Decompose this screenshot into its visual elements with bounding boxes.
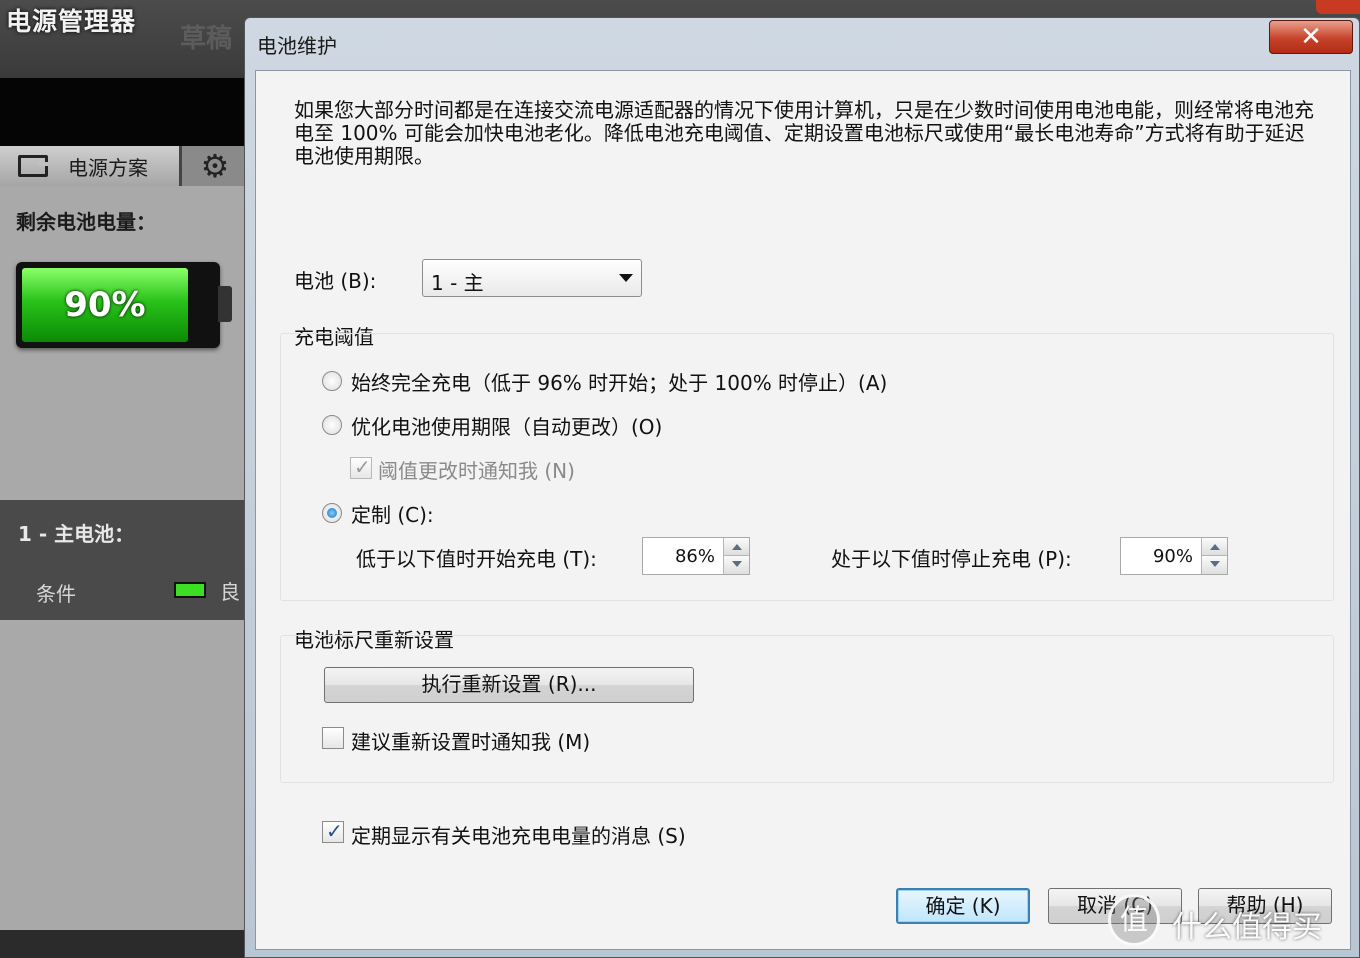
periodic-message-label: 定期显示有关电池充电电量的消息 (S) <box>351 824 686 848</box>
condition-label: 条件 <box>36 582 76 606</box>
description-text: 如果您大部分时间都是在连接交流电源适配器的情况下使用计算机，只是在少数时间使用电… <box>294 98 1314 168</box>
battery-cap <box>218 286 232 322</box>
gauge-reset-group <box>280 635 1334 783</box>
main-battery-title: 1 - 主电池： <box>18 522 135 546</box>
ok-button[interactable]: 确定 (K) <box>896 888 1030 924</box>
tab-power-plan[interactable]: 电源方案 <box>0 146 182 186</box>
notify-reset-checkbox[interactable] <box>322 727 344 749</box>
stop-charge-label: 处于以下值时停止充电 (P): <box>831 547 1072 571</box>
start-charge-spin-buttons <box>723 538 749 574</box>
watermark-logo-icon: 值 <box>1108 894 1160 946</box>
gear-icon[interactable]: ⚙ <box>192 146 238 186</box>
start-charge-spinner[interactable]: 86% <box>642 537 750 575</box>
perform-reset-button[interactable]: 执行重新设置 (R)... <box>324 667 694 703</box>
start-charge-up-arrow-icon[interactable] <box>724 538 749 556</box>
stop-charge-spin-buttons <box>1201 538 1227 574</box>
periodic-message-checkbox[interactable] <box>322 819 344 843</box>
main-battery-section: 1 - 主电池： 条件 良 <box>0 500 245 620</box>
notify-threshold-change-label: 阈值更改时通知我 (N) <box>378 459 575 483</box>
battery-percent: 90% <box>64 285 146 325</box>
start-charge-value: 86% <box>674 546 715 567</box>
bottom-strip <box>0 930 245 958</box>
background-close-corner <box>1316 0 1360 14</box>
dialog-content: 如果您大部分时间都是在连接交流电源适配器的情况下使用计算机，只是在少数时间使用电… <box>255 70 1351 950</box>
stop-charge-up-arrow-icon[interactable] <box>1202 538 1227 556</box>
tab-power-plan-label: 电源方案 <box>68 155 148 180</box>
optimize-lifespan-label: 优化电池使用期限（自动更改）(O) <box>351 415 663 439</box>
mini-battery-icon <box>174 582 206 598</box>
watermark-text: 什么值得买 <box>1172 910 1322 945</box>
battery-outline-icon <box>18 155 48 177</box>
start-charge-down-arrow-icon[interactable] <box>724 556 749 574</box>
radio-full-charge[interactable] <box>322 371 342 391</box>
custom-label: 定制 (C): <box>351 503 434 527</box>
power-manager-title: 电源管理器 <box>6 7 137 36</box>
radio-custom[interactable] <box>322 503 342 523</box>
tab-bar: 电源方案 ⚙ <box>0 146 245 186</box>
dialog-title: 电池维护 <box>257 34 337 58</box>
battery-select[interactable]: 1 - 主 <box>422 259 642 297</box>
remaining-battery-label: 剩余电池电量： <box>16 210 156 234</box>
stop-charge-spinner[interactable]: 90% <box>1120 537 1228 575</box>
battery-maintenance-dialog: 电池维护 ✕ 如果您大部分时间都是在连接交流电源适配器的情况下使用计算机，只是在… <box>244 17 1360 958</box>
full-charge-label: 始终完全充电（低于 96% 时开始；处于 100% 时停止）(A) <box>351 371 888 395</box>
close-button[interactable]: ✕ <box>1269 20 1353 54</box>
stop-charge-down-arrow-icon[interactable] <box>1202 556 1227 574</box>
start-charge-label: 低于以下值时开始充电 (T): <box>356 547 597 571</box>
battery-gauge: 90% <box>16 262 232 348</box>
condition-value: 良 <box>220 580 240 604</box>
battery-gauge-fill: 90% <box>22 268 188 342</box>
ghost-text: 草稿 <box>180 24 233 54</box>
chevron-down-icon <box>619 274 633 282</box>
radio-optimize-lifespan[interactable] <box>322 415 342 435</box>
stop-charge-value: 90% <box>1152 546 1193 567</box>
power-manager-window: 电源管理器 草稿 电源方案 ⚙ 剩余电池电量： 90% 1 - 主电池： 条件 … <box>0 0 245 958</box>
header-band <box>0 78 245 146</box>
battery-select-label: 电池 (B): <box>294 269 377 293</box>
battery-select-value: 1 - 主 <box>431 271 484 295</box>
notify-threshold-change-checkbox[interactable] <box>350 455 372 479</box>
notify-reset-label: 建议重新设置时通知我 (M) <box>351 730 591 754</box>
watermark: 值 什么值得买 <box>1108 890 1348 950</box>
